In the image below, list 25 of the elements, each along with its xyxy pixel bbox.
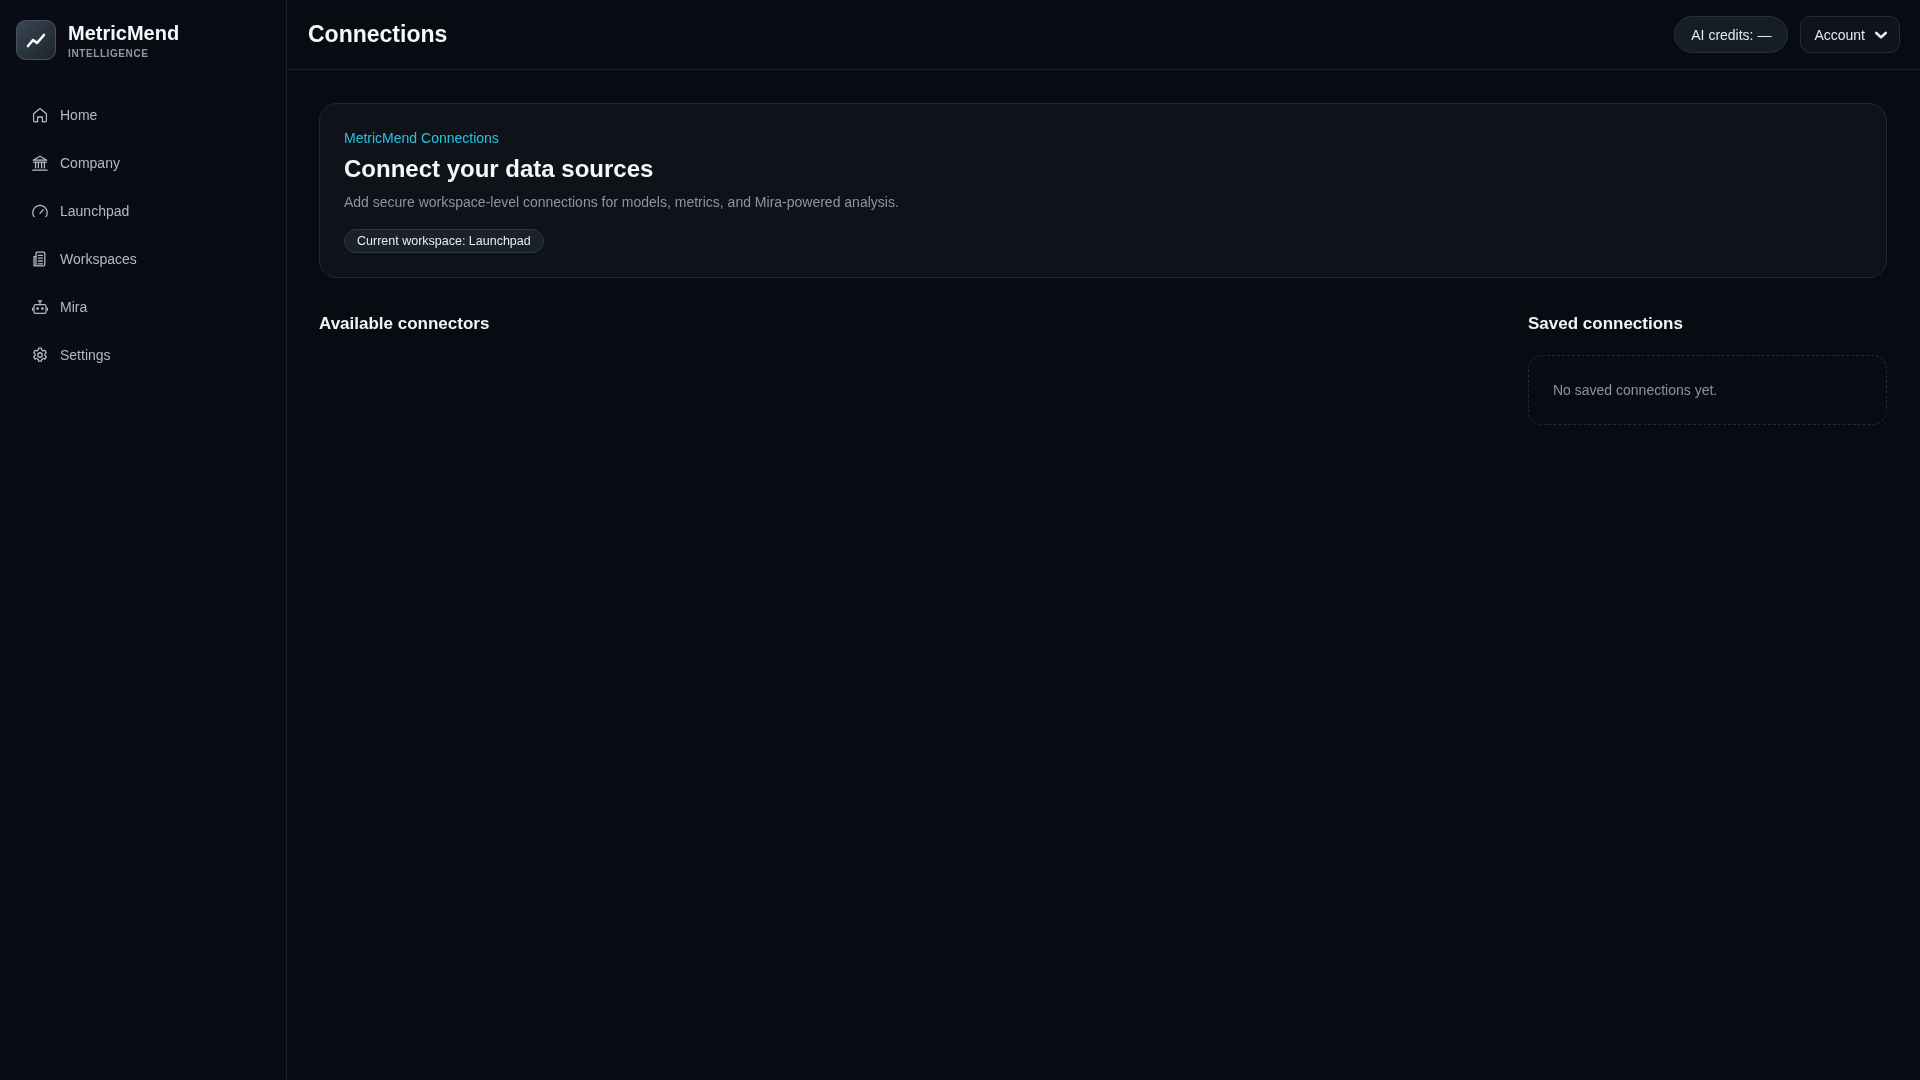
settings-icon bbox=[32, 347, 48, 363]
page-title: Connections bbox=[308, 21, 448, 48]
empty-state-text: No saved connections yet. bbox=[1553, 382, 1718, 398]
card-description: Add secure workspace-level connections for models, metrics, and Mira-powered analysis. bbox=[344, 193, 900, 212]
gauge-icon bbox=[32, 203, 48, 219]
section-title: Saved connections bbox=[1528, 313, 1684, 335]
building-icon bbox=[32, 251, 48, 267]
sidebar-item[interactable]: Company bbox=[16, 143, 270, 183]
sidebar-item[interactable]: Launchpad bbox=[16, 191, 270, 231]
card-title: Connect your data sources bbox=[344, 154, 655, 184]
ai-credits-button[interactable]: AI credits: — bbox=[1674, 16, 1789, 53]
brand-name: MetricMend bbox=[68, 21, 180, 45]
brand-tagline: INTELLIGENCE bbox=[68, 48, 150, 59]
sidebar-item[interactable]: Home bbox=[16, 95, 270, 135]
trend-line-logo-icon bbox=[16, 20, 56, 60]
card-eyebrow: MetricMend Connections bbox=[344, 129, 500, 148]
account-button[interactable]: Account bbox=[1800, 16, 1900, 53]
robot-icon bbox=[32, 299, 48, 315]
bank-icon bbox=[32, 155, 48, 171]
section-title: Available connectors bbox=[319, 313, 491, 335]
workspace-badge: Current workspace: Launchpad bbox=[344, 229, 544, 253]
sidebar-item[interactable]: Settings bbox=[16, 335, 270, 375]
sidebar-item[interactable]: Mira bbox=[16, 287, 270, 327]
home-icon bbox=[32, 107, 48, 123]
sidebar-item[interactable]: Workspaces bbox=[16, 239, 270, 279]
